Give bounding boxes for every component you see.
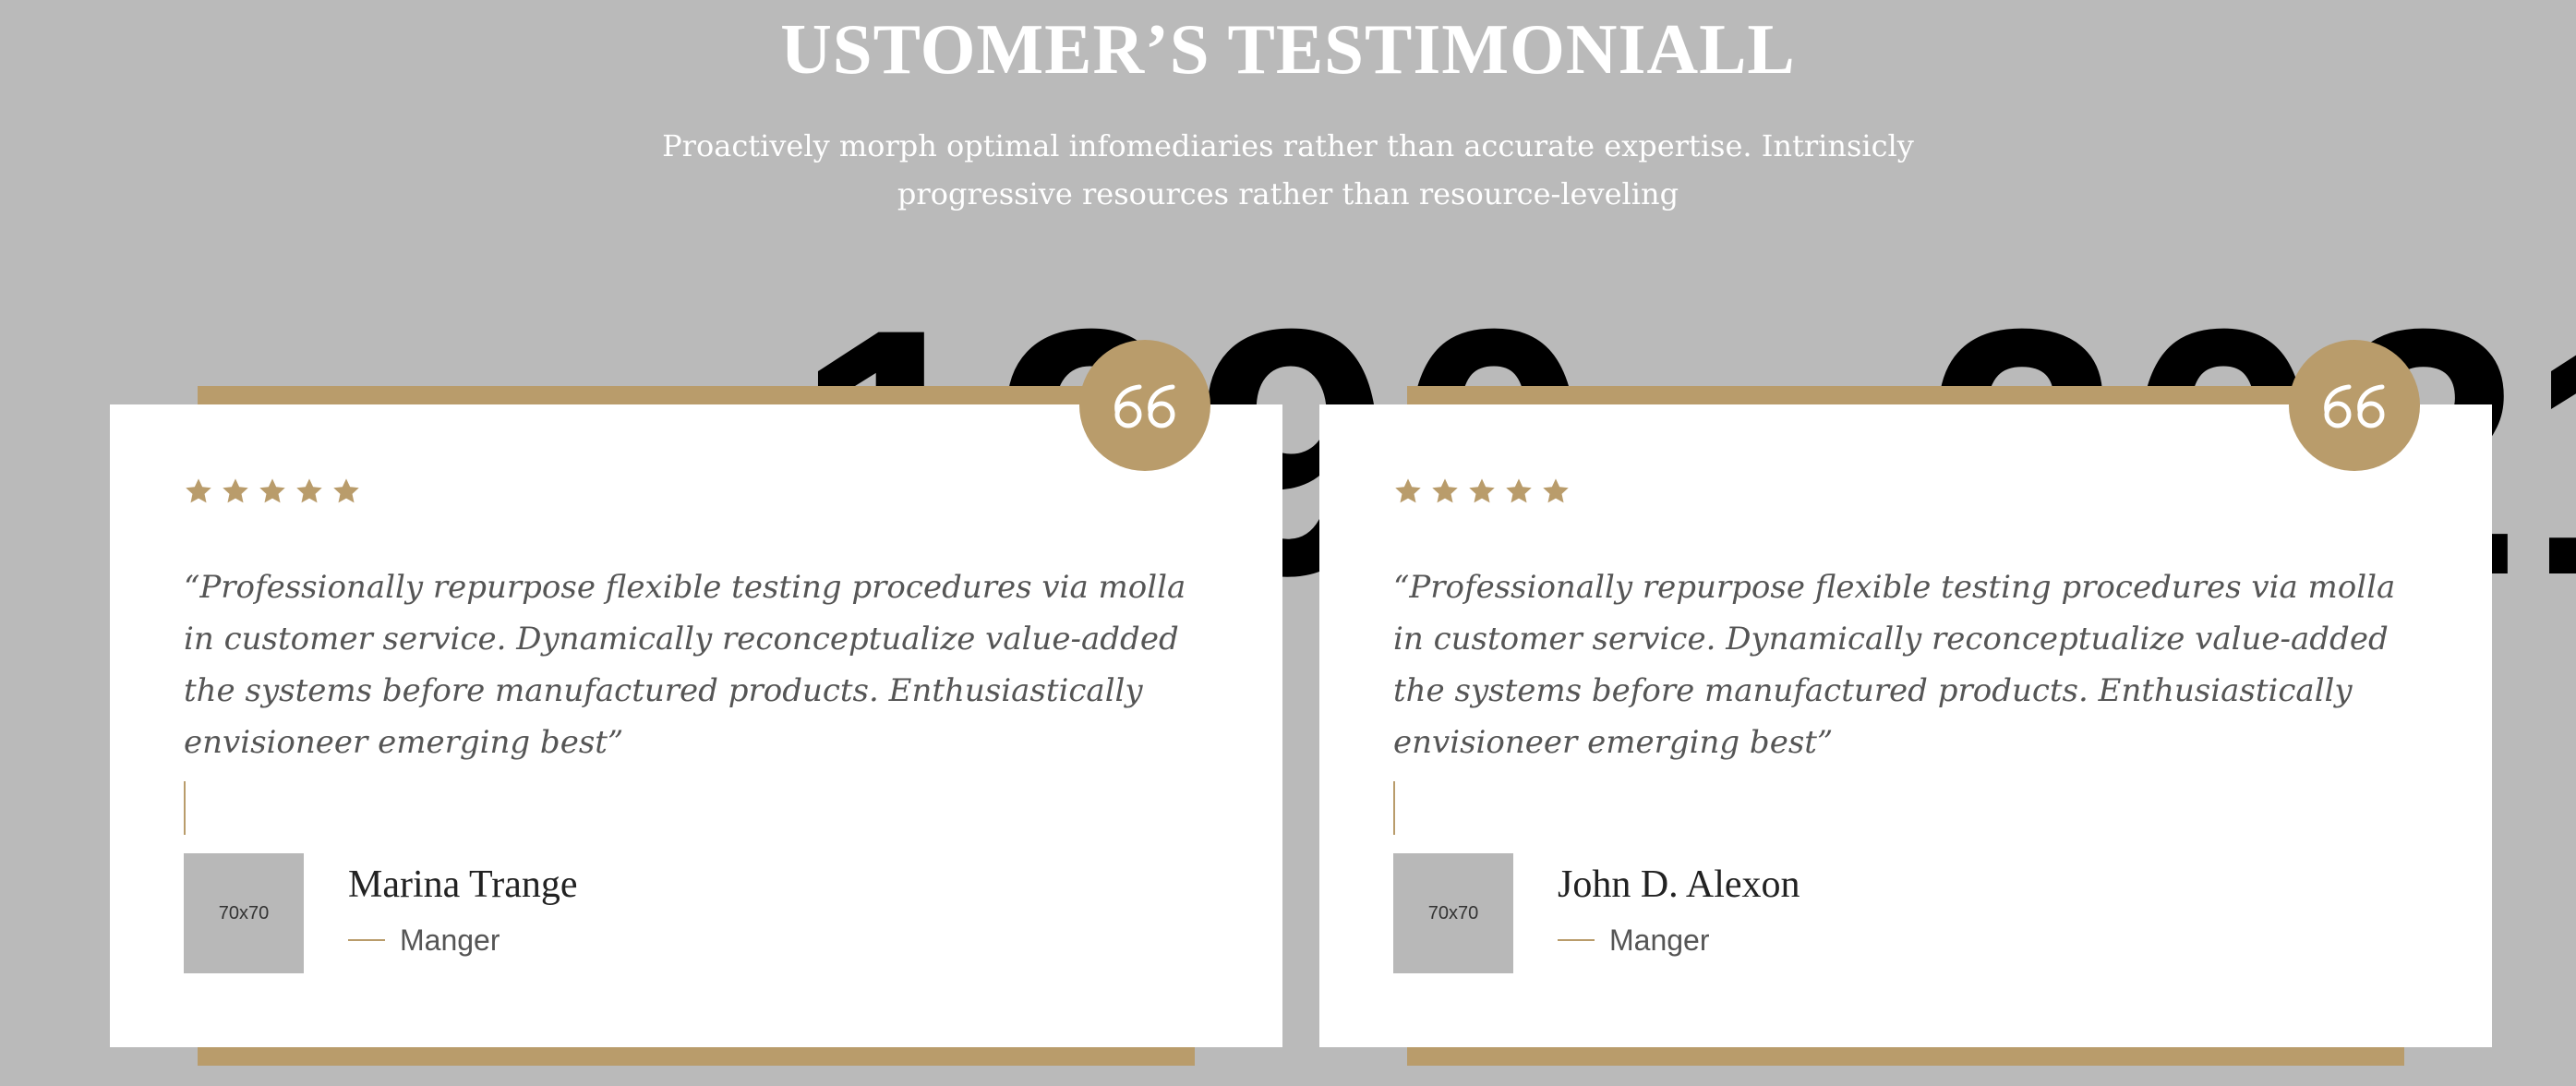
star-icon <box>1469 478 1495 503</box>
star-icon <box>333 478 359 503</box>
avatar: 70x70 <box>1393 853 1513 973</box>
star-rating <box>1393 477 1571 506</box>
role-dash <box>1558 939 1595 941</box>
testimonial-quote: “Professionally repurpose flexible testi… <box>184 569 1186 761</box>
testimonial-card-1: “Professionally repurpose flexible testi… <box>110 340 1282 1066</box>
star-icon <box>296 478 322 503</box>
subtitle-line-1: Proactively morph optimal infomediaries … <box>662 128 1914 163</box>
star-icon <box>223 478 248 503</box>
divider-line <box>184 781 186 835</box>
section-subtitle: Proactively morph optimal infomediaries … <box>0 122 2576 218</box>
quote-icon <box>1079 340 1210 471</box>
star-icon <box>1543 478 1569 503</box>
testimonial-card-body: “Professionally repurpose flexible testi… <box>1319 340 2492 1047</box>
testimonial-quote: “Professionally repurpose flexible testi… <box>1393 569 2396 761</box>
star-icon <box>186 478 211 503</box>
star-icon <box>1432 478 1458 503</box>
author-name: John D. Alexon <box>1558 863 1800 906</box>
section-title: USTOMER’S TESTIMONIALL <box>780 9 1796 89</box>
author-role: Manger <box>1558 922 1710 959</box>
avatar: 70x70 <box>184 853 304 973</box>
author-role-label: Manger <box>400 923 500 957</box>
testimonial-card-2: “Professionally repurpose flexible testi… <box>1319 340 2492 1066</box>
role-dash <box>348 939 385 941</box>
star-rating <box>184 477 361 506</box>
subtitle-line-2: progressive resources rather than resour… <box>897 176 1679 211</box>
divider-line <box>1393 781 1395 835</box>
testimonial-section: 1990 - 2021 USTOMER’S TESTIMONIALL Proac… <box>0 0 2576 1086</box>
author-name: Marina Trange <box>348 863 578 906</box>
author-role: Manger <box>348 922 500 959</box>
testimonial-card-body: “Professionally repurpose flexible testi… <box>110 340 1282 1047</box>
star-icon <box>259 478 285 503</box>
author-role-label: Manger <box>1609 923 1710 957</box>
star-icon <box>1395 478 1421 503</box>
quote-icon <box>2289 340 2420 471</box>
star-icon <box>1506 478 1532 503</box>
